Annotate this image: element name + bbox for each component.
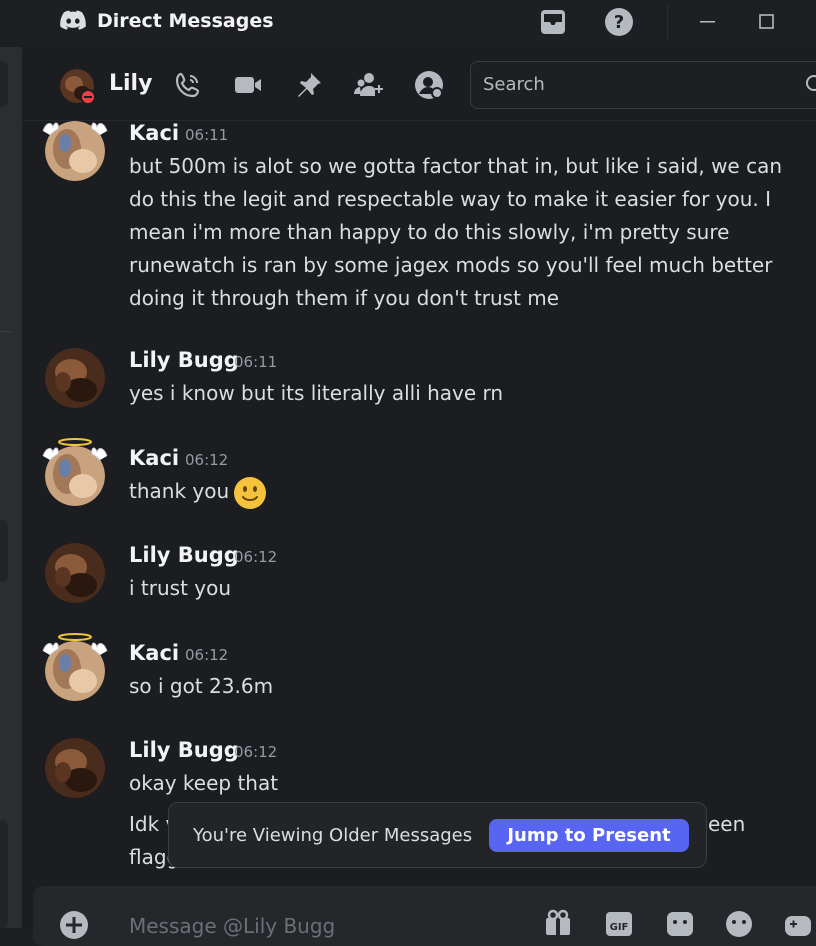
window-title: Direct Messages [97,10,274,32]
message-input[interactable]: Message @Lily Bugg [129,914,335,938]
add-friends-icon[interactable] [354,70,384,100]
voice-call-icon[interactable] [173,70,203,100]
discord-logo-icon [60,10,86,30]
older-messages-bar: You're Viewing Older Messages Jump to Pr… [168,802,707,868]
message-group[interactable]: Lily Bugg 06:12 i trust you [22,543,816,613]
message-line: thank you [129,479,230,503]
apps-icon[interactable] [783,908,813,938]
message-author[interactable]: Kaci [129,446,179,470]
avatar[interactable] [45,348,105,408]
message-content: so i got 23.6m [129,670,794,703]
message-line: een [708,812,746,836]
slightly-smiling-face-icon[interactable] [233,476,267,510]
channel-sidebar-edge [0,47,22,928]
message-content: i trust you [129,572,794,605]
title-bar: Direct Messages ? [0,0,816,47]
message-author[interactable]: Lily Bugg [129,738,239,762]
search-input[interactable]: Search [470,61,816,109]
message-line: mean i'm more than happy to do this slow… [129,220,730,244]
dnd-status-icon [80,89,96,105]
gif-icon[interactable]: GIF [604,908,634,938]
avatar-decoration-icon [42,633,108,656]
message-line: but 500m is alot so we gotta factor that… [129,154,783,178]
message-line: doing it through them if you don't trust… [129,286,560,310]
message-author[interactable]: Lily Bugg [129,543,239,567]
pinned-messages-icon[interactable] [294,70,324,100]
search-icon[interactable] [804,73,816,97]
message-line: i trust you [129,576,232,600]
message-timestamp: 06:12 [234,548,278,566]
message-group[interactable]: Kaci 06:11 but 500m is alot so we gotta … [22,121,816,321]
emoji-icon[interactable] [724,908,754,938]
message-timestamp: 06:12 [234,743,278,761]
message-author[interactable]: Kaci [129,641,179,665]
message-content: okay keep that [129,767,794,800]
titlebar-divider [667,4,668,38]
message-timestamp: 06:12 [185,646,229,664]
message-timestamp: 06:11 [185,126,229,144]
search-placeholder: Search [483,74,545,95]
message-line: okay keep that [129,771,279,795]
message-author[interactable]: Kaci [129,121,179,145]
sidebar-card[interactable] [0,61,8,107]
message-content: thank you [129,475,794,508]
svg-text:?: ? [614,12,624,33]
message-author[interactable]: Lily Bugg [129,348,239,372]
user-profile-icon[interactable] [414,70,444,100]
avatar[interactable] [45,738,105,798]
help-icon[interactable]: ? [604,7,634,37]
sidebar-card[interactable] [0,820,8,928]
message-group[interactable]: Lily Bugg 06:11 yes i know but its liter… [22,348,816,418]
message-line: runewatch is ran by some jagex mods so y… [129,253,773,277]
message-group[interactable]: Kaci 06:12 thank you [22,438,816,516]
message-timestamp: 06:11 [234,353,278,371]
message-composer[interactable]: Message @Lily Bugg GIF [33,886,816,946]
message-content: but 500m is alot so we gotta factor that… [129,150,794,315]
message-line: so i got 23.6m [129,674,274,698]
sticker-icon[interactable] [665,908,695,938]
sidebar-divider [0,331,12,332]
jump-to-present-button[interactable]: Jump to Present [489,819,689,852]
maximize-icon[interactable] [752,7,782,37]
video-call-icon[interactable] [233,70,263,100]
older-messages-text: You're Viewing Older Messages [193,825,473,846]
dm-recipient-name[interactable]: Lily [109,71,152,96]
add-attachment-icon[interactable] [59,910,89,940]
inbox-icon[interactable] [538,7,568,37]
message-group[interactable]: Kaci 06:12 so i got 23.6m [22,633,816,711]
message-timestamp: 06:12 [185,451,229,469]
avatar[interactable] [45,543,105,603]
sidebar-card[interactable] [0,520,8,582]
message-line: yes i know but its literally alli have r… [129,381,504,405]
message-content: yes i know but its literally alli have r… [129,377,794,410]
avatar-decoration-icon [42,122,108,136]
minimize-icon[interactable] [693,7,723,37]
avatar-decoration-icon [42,438,108,461]
gift-icon[interactable] [543,908,573,938]
message-line: do this the legit and respectable way to… [129,187,772,211]
